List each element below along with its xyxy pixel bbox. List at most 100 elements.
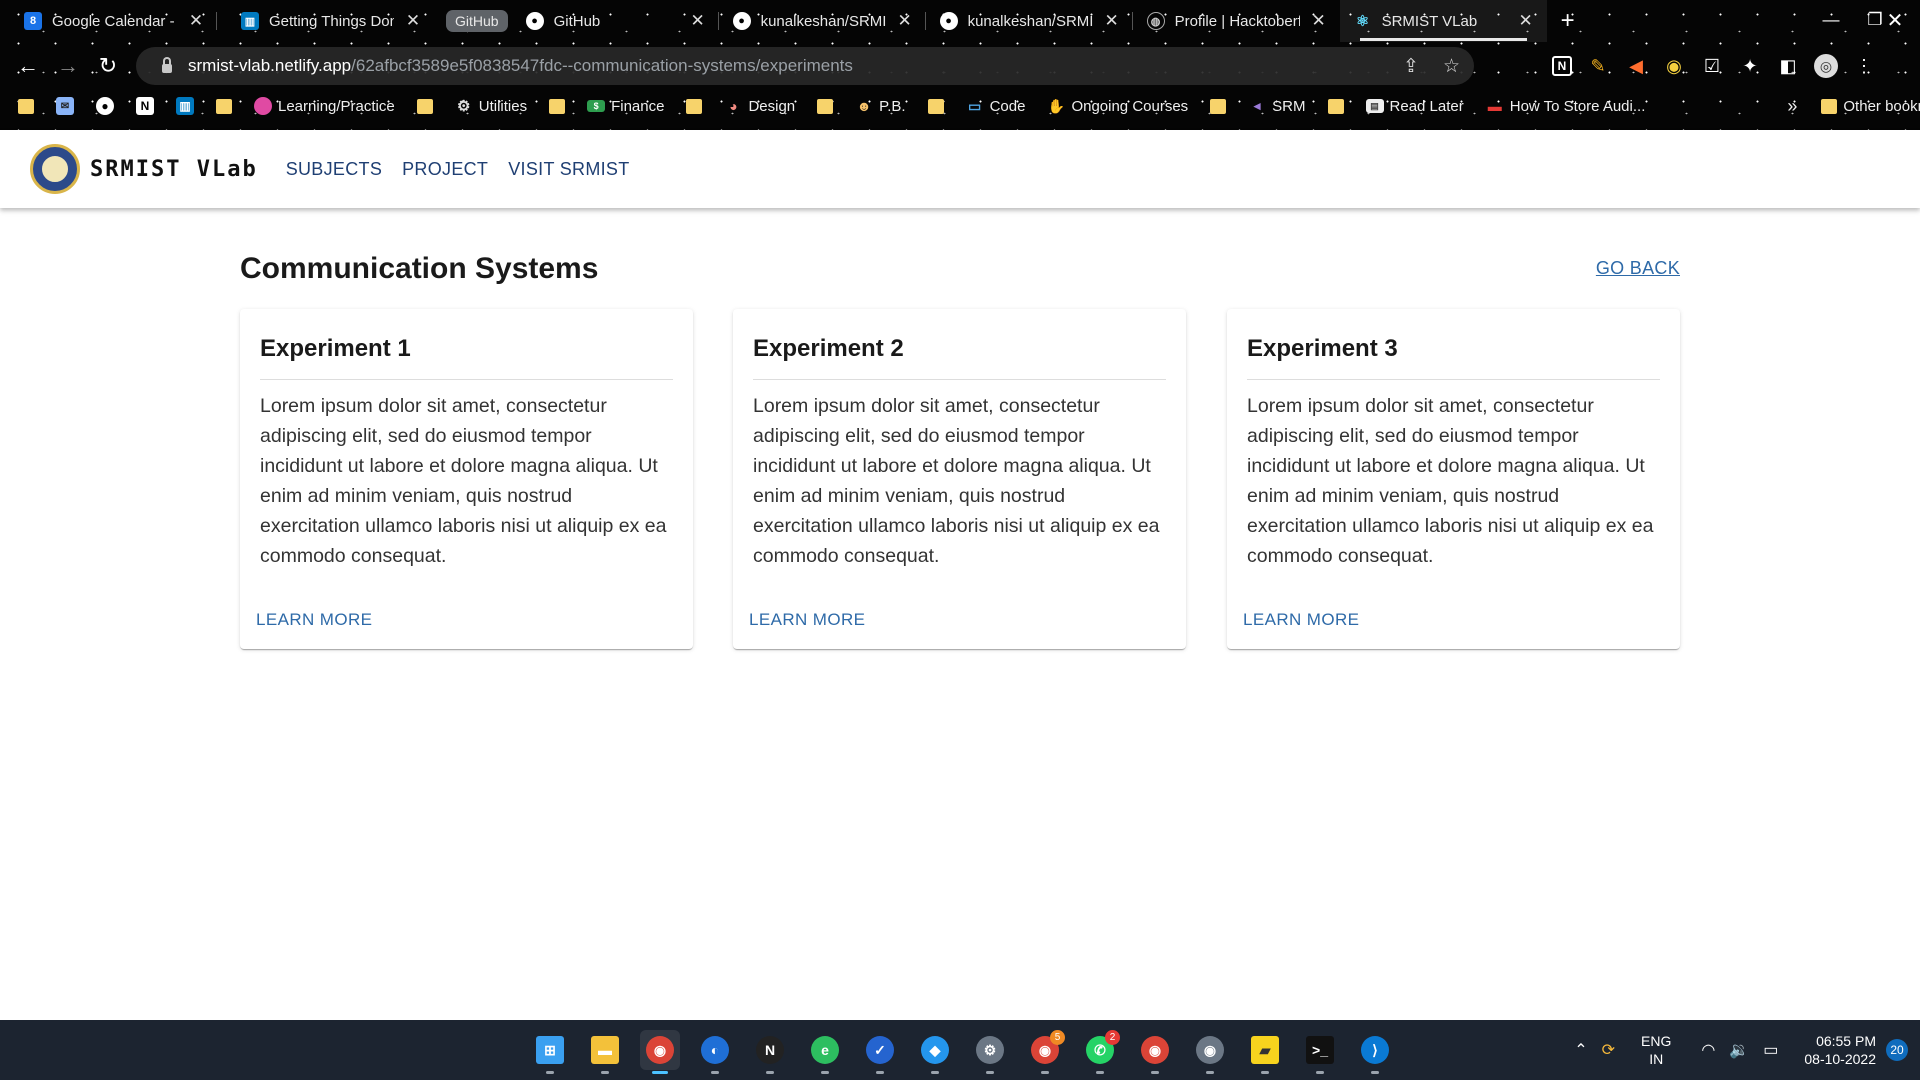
folder-icon — [18, 98, 34, 114]
tab-github[interactable]: ● GitHub ✕ — [514, 0, 719, 42]
close-icon[interactable]: ✕ — [1310, 11, 1328, 31]
bookmark-folder[interactable] — [416, 98, 433, 114]
tab-group-chip[interactable]: GitHub — [446, 10, 508, 32]
firefox-icon[interactable]: ◐ — [695, 1030, 735, 1074]
bookmark-trello[interactable]: ▥ — [176, 97, 194, 115]
nav-project[interactable]: PROJECT — [402, 159, 488, 180]
sticky-notes-icon[interactable]: ▰ — [1245, 1030, 1285, 1074]
terminal-icon[interactable]: >_ — [1300, 1030, 1340, 1074]
language-indicator[interactable]: ENG IN — [1641, 1032, 1671, 1068]
sync-icon[interactable]: ⟳ — [1602, 1040, 1615, 1060]
other-bookmarks[interactable]: Other bookmarks — [1821, 98, 1920, 115]
nav-subjects[interactable]: SUBJECTS — [286, 159, 382, 180]
evernote-icon[interactable]: e — [805, 1030, 845, 1074]
bookmark-folder[interactable] — [1210, 98, 1227, 114]
file-explorer-icon[interactable]: ▬ — [585, 1030, 625, 1074]
chrome-canary-icon[interactable]: ◉ — [1190, 1030, 1230, 1074]
bookmark-design[interactable]: ◕ Design — [724, 97, 795, 115]
srmist-logo[interactable] — [30, 144, 80, 194]
lock-icon[interactable] — [162, 56, 172, 73]
profile-avatar-icon[interactable]: ◎ — [1814, 54, 1838, 78]
notion-clipper-icon[interactable]: N — [1552, 56, 1572, 76]
close-icon[interactable]: ✕ — [1103, 11, 1121, 31]
bookmark-folder[interactable] — [927, 98, 944, 114]
learn-more-button[interactable]: LEARN MORE — [749, 610, 865, 630]
tab-hacktoberfest[interactable]: ◍ Profile | Hacktoberfe ✕ — [1133, 0, 1340, 42]
notification-badge: 5 — [1050, 1030, 1065, 1045]
bookmark-how-to-store-audio[interactable]: ▬ How To Store Audi... — [1486, 97, 1646, 115]
bookmark-code[interactable]: ▭ Code — [966, 97, 1025, 115]
chrome-profile-icon[interactable]: ◉ 5 — [1025, 1030, 1065, 1074]
bookmark-github[interactable]: ● — [96, 97, 114, 115]
tab-srmist-vlab[interactable]: ⚛ SRMIST VLab ✕ — [1339, 0, 1547, 42]
tab-kunalkeshan-1[interactable]: ● kunalkeshan/SRMIS ✕ — [719, 0, 926, 42]
notification-count-badge[interactable]: 20 — [1886, 1039, 1908, 1061]
divider — [260, 379, 673, 380]
nav-visit-srmist[interactable]: VISIT SRMIST — [508, 159, 629, 180]
volume-icon[interactable]: 🔉 — [1729, 1040, 1749, 1060]
settings-icon[interactable]: ⚙ — [970, 1030, 1010, 1074]
reload-button[interactable]: ↻ — [88, 46, 128, 86]
eye-extension-icon[interactable]: ◉ — [1662, 54, 1686, 78]
bookmark-folder[interactable] — [216, 98, 232, 114]
todo-icon[interactable]: ✓ — [860, 1030, 900, 1074]
forward-button[interactable]: → — [48, 46, 88, 86]
whatsapp-icon[interactable]: ✆ 2 — [1080, 1030, 1120, 1074]
pen-extension-icon[interactable]: ✎ — [1586, 54, 1610, 78]
bookmarks-bar: ✉ ● N ▥ Learning/Practice ⚙ Utilities $ Fi… — [0, 92, 1920, 120]
chrome-dev-icon[interactable]: ◉ — [1135, 1030, 1175, 1074]
system-tray: ⌃ ⟳ ENG IN ◠ 🔉 ▭ 06:55 PM 08-10-2022 20 — [1574, 1020, 1920, 1080]
tab-getting-things-done[interactable]: ▥ Getting Things Done ✕ — [217, 0, 434, 42]
bookmark-folder[interactable] — [817, 98, 834, 114]
tab-title: Getting Things Done — [269, 12, 394, 30]
megaphone-extension-icon[interactable]: ◀ — [1624, 54, 1648, 78]
wifi-icon[interactable]: ◠ — [1701, 1040, 1715, 1060]
bookmark-ongoing-courses[interactable]: ✋ Ongoing Courses — [1047, 97, 1188, 115]
bookmark-utilities[interactable]: ⚙ Utilities — [455, 97, 527, 116]
go-back-link[interactable]: GO BACK — [1596, 258, 1680, 279]
notion-icon[interactable]: N — [750, 1030, 790, 1074]
menu-kebab-icon[interactable]: ⋮ — [1852, 54, 1876, 78]
book-icon: ▤ — [1365, 99, 1384, 113]
close-icon[interactable]: ✕ — [187, 11, 205, 31]
puzzle-extensions-icon[interactable]: ✦ — [1738, 54, 1762, 78]
new-tab-button[interactable]: + — [1547, 7, 1589, 35]
close-icon[interactable]: ✕ — [689, 11, 707, 31]
address-bar[interactable]: srmist-vlab.netlify.app/62afbcf3589e5f08… — [136, 47, 1474, 85]
url-host: srmist-vlab.netlify.app — [188, 56, 352, 75]
site-brand[interactable]: SRMIST VLab — [90, 157, 258, 182]
bookmark-star-icon[interactable]: ☆ — [1443, 55, 1460, 78]
close-icon[interactable]: ✕ — [896, 11, 914, 31]
bookmark-pb[interactable]: ☻ P.B. — [855, 97, 906, 115]
clock[interactable]: 06:55 PM 08-10-2022 — [1804, 1032, 1876, 1068]
bookmark-notion[interactable]: N — [136, 97, 154, 115]
bookmarks-overflow-button[interactable]: » — [1787, 96, 1797, 117]
bookmark-finance[interactable]: $ Finance — [587, 98, 664, 115]
close-icon[interactable]: ✕ — [1517, 11, 1535, 31]
chrome-icon[interactable]: ◉ — [640, 1030, 680, 1074]
bookmark-folder[interactable] — [686, 98, 703, 114]
docker-icon[interactable]: ◆ — [915, 1030, 955, 1074]
url-path: /62afbcf3589e5f0838547fdc--communication… — [351, 56, 853, 75]
learn-more-button[interactable]: LEARN MORE — [1243, 610, 1359, 630]
tab-google-calendar[interactable]: 8 Google Calendar - S ✕ — [0, 0, 217, 42]
back-button[interactable]: ← — [8, 46, 48, 86]
bookmark-folder[interactable] — [18, 98, 34, 114]
bookmark-folder[interactable] — [549, 98, 566, 114]
tab-kunalkeshan-2[interactable]: ● kunalkeshan/SRMIS ✕ — [926, 0, 1133, 42]
checklist-extension-icon[interactable]: ☑ — [1700, 54, 1724, 78]
close-icon[interactable]: ✕ — [404, 11, 422, 31]
vscode-icon[interactable]: ⟩ — [1355, 1030, 1395, 1074]
bookmark-srm[interactable]: ◂ SRM — [1248, 97, 1306, 115]
windows-start-icon[interactable]: ⊞ — [530, 1030, 570, 1074]
bookmark-mail[interactable]: ✉ — [56, 97, 74, 115]
share-icon[interactable]: ⇪ — [1403, 55, 1419, 78]
learn-more-button[interactable]: LEARN MORE — [256, 610, 372, 630]
experiment-title: Experiment 3 — [1247, 335, 1398, 362]
bookmark-read-later[interactable]: ▤ Read Later — [1365, 98, 1464, 115]
bookmark-learning-practice[interactable]: Learning/Practice — [254, 97, 395, 115]
chevron-up-icon[interactable]: ⌃ — [1574, 1040, 1587, 1060]
battery-icon[interactable]: ▭ — [1763, 1040, 1778, 1060]
side-panel-icon[interactable]: ◧ — [1776, 54, 1800, 78]
bookmark-folder[interactable] — [1327, 98, 1344, 114]
